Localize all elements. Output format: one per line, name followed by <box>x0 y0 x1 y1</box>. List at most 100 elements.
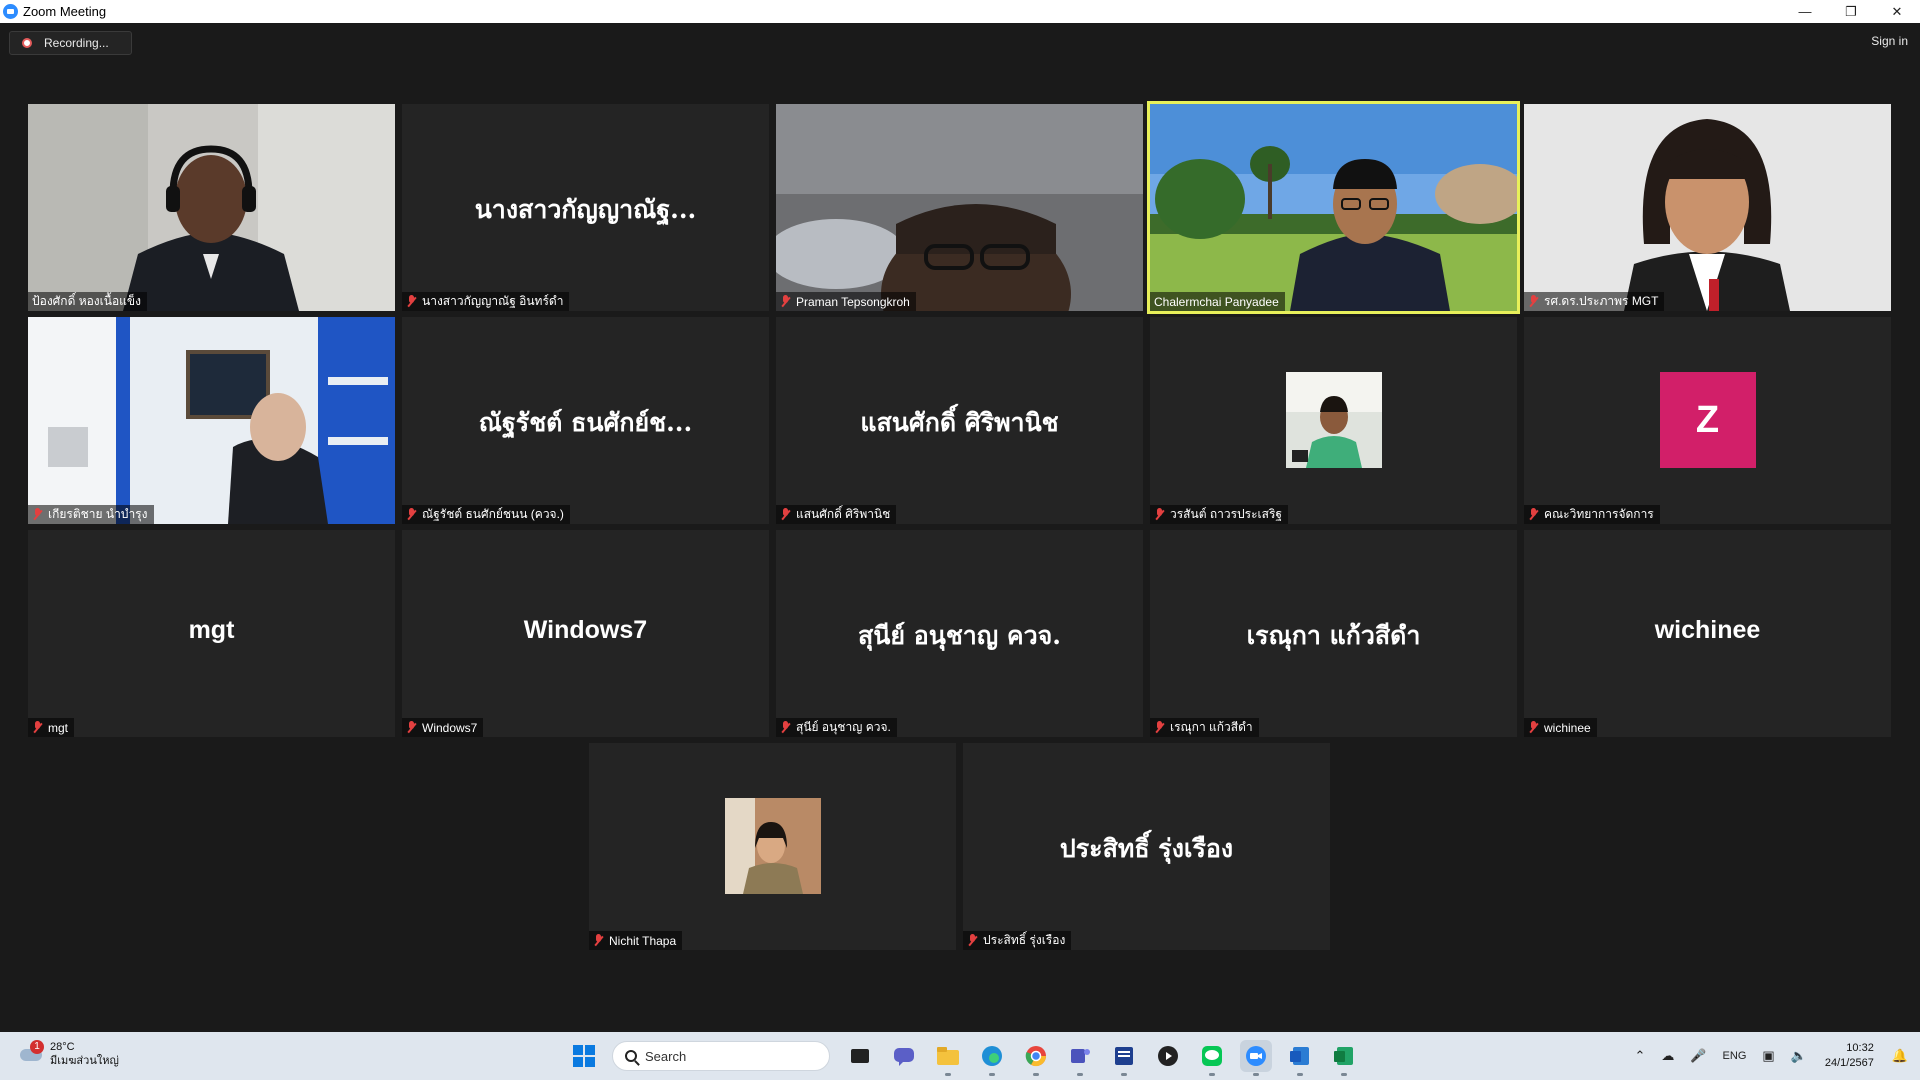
onedrive-off-icon[interactable]: ☁ <box>1661 1048 1674 1064</box>
participant-tile[interactable]: Windows7 Windows7 <box>402 530 769 737</box>
muted-mic-icon <box>593 934 604 947</box>
notification-badge: 1 <box>30 1040 44 1054</box>
weather-description: มีเมฆส่วนใหญ่ <box>50 1055 119 1067</box>
weather-icon: 1 <box>18 1040 44 1062</box>
muted-mic-icon <box>32 508 43 521</box>
participant-name: เกียรติชาย นำบำรุง <box>48 507 148 521</box>
participant-tile[interactable]: Nichit Thapa <box>589 743 956 950</box>
participant-name-tag: แสนศักดิ์ ศิริพานิช <box>776 505 897 524</box>
window-title: Zoom Meeting <box>23 4 107 19</box>
participant-display-name: wichinee <box>1654 616 1761 644</box>
participant-display-name: Windows7 <box>523 616 648 644</box>
participant-name: คณะวิทยาการจัดการ <box>1544 507 1654 521</box>
clock-time: 10:32 <box>1846 1042 1874 1054</box>
restore-icon[interactable]: ❐ <box>1828 0 1874 23</box>
participant-name-tag: สุนีย์ อนุชาญ ควจ. <box>776 718 897 737</box>
taskbar-search[interactable]: Search <box>612 1041 830 1071</box>
participant-display-name: สุนีย์ อนุชาญ ควจ. <box>858 621 1061 650</box>
participant-name-tag: Chalermchai Panyadee <box>1150 292 1285 311</box>
participant-avatar <box>1285 372 1382 468</box>
participant-video <box>28 317 395 524</box>
participant-tile[interactable]: ประสิทธิ์ รุ่งเรือง ประสิทธิ์ รุ่งเรือง <box>963 743 1330 950</box>
teams-icon[interactable] <box>1064 1040 1096 1076</box>
sign-in-button[interactable]: Sign in <box>1871 34 1908 48</box>
task-view-icon[interactable] <box>844 1040 876 1072</box>
participant-tile[interactable]: Praman Tepsongkroh <box>776 104 1143 311</box>
participant-name-tag: เกียรติชาย นำบำรุง <box>28 505 154 524</box>
participant-name: Nichit Thapa <box>609 933 677 948</box>
close-icon[interactable]: ✕ <box>1874 0 1920 23</box>
system-tray: ⌃ ☁ 🎤 ENG ▣ 🔈 10:32 24/1/2567 🔔 <box>1626 1032 1920 1080</box>
participant-name-tag: รศ.ดร.ประภาพร MGT <box>1524 292 1665 311</box>
participant-tile[interactable]: wichinee wichinee <box>1524 530 1891 737</box>
participant-name-tag: คณะวิทยาการจัดการ <box>1524 505 1660 524</box>
participant-avatar <box>724 798 821 894</box>
participant-tile[interactable]: สุนีย์ อนุชาญ ควจ. สุนีย์ อนุชาญ ควจ. <box>776 530 1143 737</box>
volume-icon[interactable]: 🔈 <box>1791 1048 1807 1064</box>
participant-name: mgt <box>48 720 69 735</box>
participant-name-tag: ประสิทธิ์ รุ่งเรือง <box>963 931 1072 950</box>
minimize-icon[interactable]: — <box>1782 0 1828 23</box>
media-player-icon[interactable] <box>1152 1040 1184 1072</box>
participant-tile[interactable]: นางสาวกัญญาณัฐ... นางสาวกัญญาณัฐ อินทร์ด… <box>402 104 769 311</box>
edge-icon[interactable] <box>976 1040 1008 1076</box>
teams-chat-icon[interactable] <box>888 1040 920 1072</box>
participant-tile[interactable]: วรสันต์ ถาวรประเสริฐ <box>1150 317 1517 524</box>
participant-name: Chalermchai Panyadee <box>1154 294 1279 309</box>
muted-mic-icon <box>780 721 791 734</box>
title-bar: Zoom Meeting — ❐ ✕ <box>0 0 1920 23</box>
participant-tile[interactable]: เกียรติชาย นำบำรุง <box>28 317 395 524</box>
network-icon[interactable]: ▣ <box>1762 1048 1774 1064</box>
participant-tile[interactable]: ณัฐรัชต์ ธนศักย์ช... ณัฐรัชต์ ธนศักย์ชนน… <box>402 317 769 524</box>
weather-temperature: 28°C <box>50 1041 75 1053</box>
participant-name: แสนศักดิ์ ศิริพานิช <box>796 507 891 521</box>
participant-name: รศ.ดร.ประภาพร MGT <box>1544 294 1659 308</box>
chrome-icon[interactable] <box>1020 1040 1052 1076</box>
participant-display-name: ประสิทธิ์ รุ่งเรือง <box>1059 834 1234 863</box>
muted-mic-icon <box>1528 721 1539 734</box>
file-explorer-icon[interactable] <box>932 1040 964 1076</box>
participant-tile[interactable]: แสนศักดิ์ ศิริพานิช แสนศักดิ์ ศิริพานิช <box>776 317 1143 524</box>
weather-widget[interactable]: 1 28°C มีเมฆส่วนใหญ่ <box>18 1040 119 1068</box>
participant-tile-active-speaker[interactable]: Chalermchai Panyadee <box>1147 101 1520 314</box>
clock[interactable]: 10:32 24/1/2567 <box>1825 1041 1874 1071</box>
participant-tile[interactable]: Z คณะวิทยาการจัดการ <box>1524 317 1891 524</box>
news-icon[interactable] <box>1108 1040 1140 1076</box>
participant-name: Windows7 <box>422 720 478 735</box>
zoom-icon[interactable] <box>1240 1040 1272 1076</box>
muted-mic-icon <box>406 295 417 308</box>
participant-tile[interactable]: ป้องศักดิ์ หองเนื้อแข็ง <box>28 104 395 311</box>
notifications-icon[interactable]: 🔔 <box>1892 1048 1908 1064</box>
language-indicator[interactable]: ENG <box>1723 1050 1747 1062</box>
participant-tile[interactable]: mgt mgt <box>28 530 395 737</box>
line-icon[interactable] <box>1196 1040 1228 1076</box>
start-icon[interactable] <box>568 1040 600 1072</box>
participant-tile[interactable]: รศ.ดร.ประภาพร MGT <box>1524 104 1891 311</box>
chevron-up-icon[interactable]: ⌃ <box>1634 1048 1645 1064</box>
participant-name-tag: Praman Tepsongkroh <box>776 292 916 311</box>
participant-display-name: ณัฐรัชต์ ธนศักย์ช... <box>478 408 693 437</box>
muted-mic-icon <box>406 721 417 734</box>
word-icon[interactable] <box>1284 1040 1316 1076</box>
excel-icon[interactable] <box>1328 1040 1360 1076</box>
participant-display-name: เรณุกา แก้วสีดำ <box>1246 621 1421 650</box>
recording-indicator[interactable]: Recording... <box>9 31 132 55</box>
participant-name-tag: mgt <box>28 718 75 737</box>
muted-mic-icon <box>406 508 417 521</box>
microphone-icon[interactable]: 🎤 <box>1690 1048 1706 1064</box>
participant-tile[interactable]: เรณุกา แก้วสีดำ เรณุกา แก้วสีดำ <box>1150 530 1517 737</box>
participant-name-tag: ป้องศักดิ์ หองเนื้อแข็ง <box>28 292 147 311</box>
zoom-app-icon <box>3 4 18 19</box>
participant-avatar-letter: Z <box>1659 372 1756 468</box>
muted-mic-icon <box>780 295 791 308</box>
windows-taskbar: 1 28°C มีเมฆส่วนใหญ่ Search ⌃ ☁ 🎤 ENG ▣ … <box>0 1032 1920 1080</box>
participant-name: วรสันต์ ถาวรประเสริฐ <box>1170 507 1283 521</box>
participant-video <box>1150 104 1517 311</box>
participant-video <box>1524 104 1891 311</box>
participant-display-name: นางสาวกัญญาณัฐ... <box>474 195 697 224</box>
record-icon <box>22 38 32 48</box>
search-placeholder: Search <box>645 1048 687 1064</box>
muted-mic-icon <box>780 508 791 521</box>
participant-video <box>776 104 1143 311</box>
participant-name: ประสิทธิ์ รุ่งเรือง <box>983 933 1066 947</box>
